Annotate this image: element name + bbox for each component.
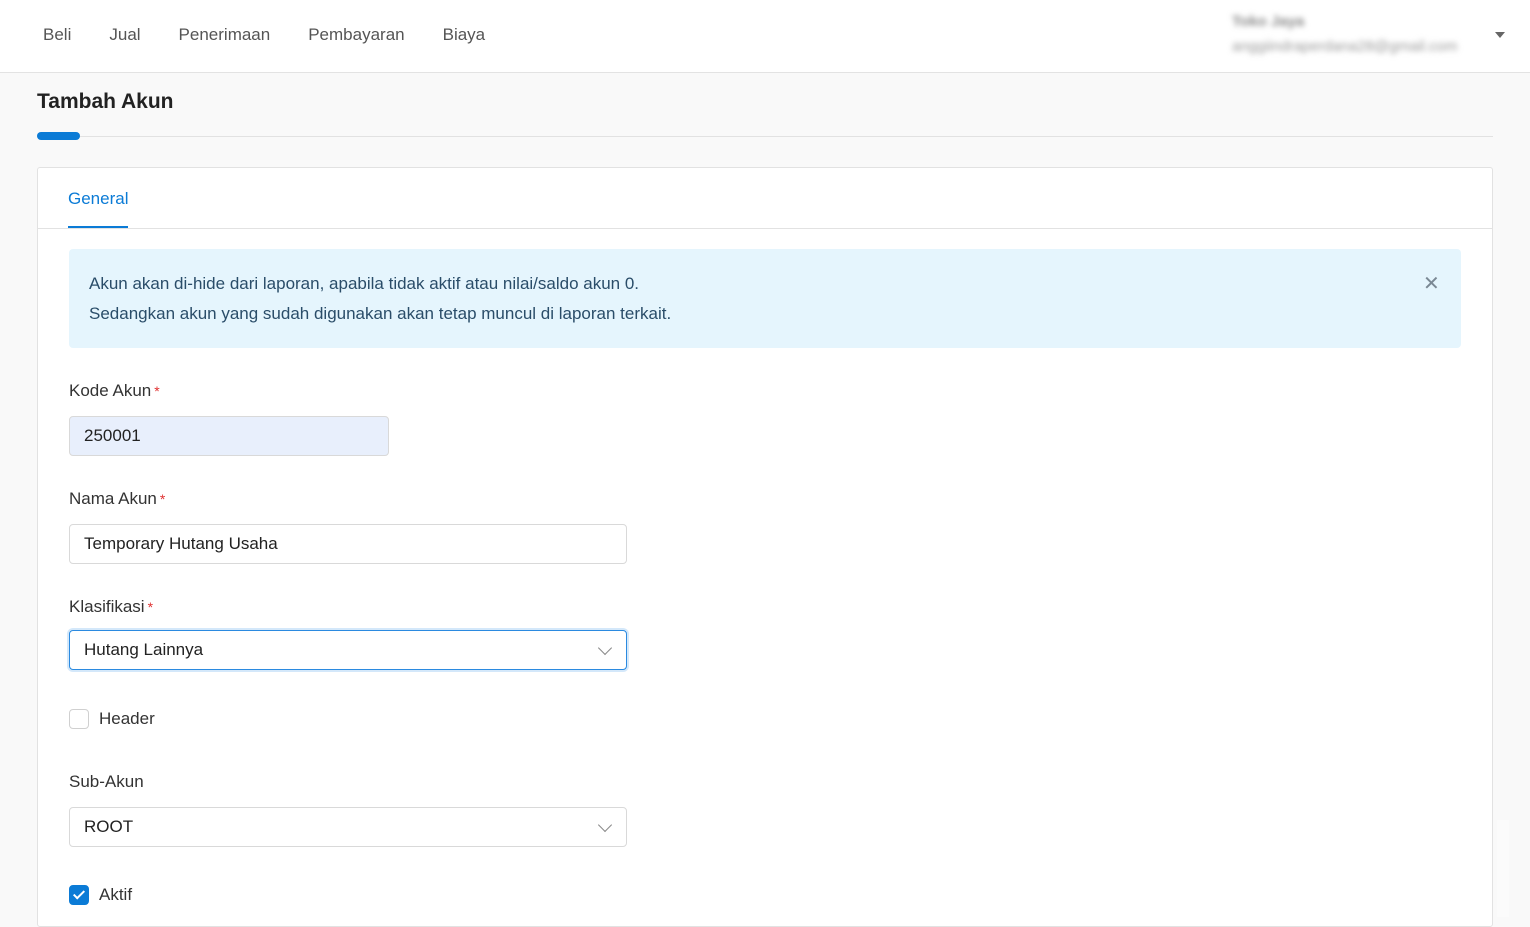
- nav-item-penerimaan[interactable]: Penerimaan: [179, 24, 271, 46]
- required-mark: *: [159, 491, 166, 507]
- chevron-down-icon: [597, 817, 613, 833]
- form-card: General Akun akan di-hide dari laporan, …: [37, 167, 1493, 927]
- nav-item-beli[interactable]: Beli: [43, 24, 71, 46]
- info-alert: Akun akan di-hide dari laporan, apabila …: [69, 249, 1461, 348]
- klasifikasi-label: Klasifikasi *: [69, 597, 154, 616]
- caret-down-icon[interactable]: [1495, 32, 1505, 38]
- nav-item-jual[interactable]: Jual: [109, 24, 140, 46]
- user-email: anggiindraperdana28@gmail.com: [1232, 38, 1458, 55]
- user-company-name: Toko Jaya: [1232, 13, 1305, 30]
- tab-bar: General: [38, 168, 1492, 229]
- sub-akun-label: Sub-Akun: [69, 772, 144, 791]
- header-checkbox[interactable]: [69, 709, 89, 729]
- title-divider: [37, 136, 1493, 137]
- sub-akun-select[interactable]: ROOT: [69, 807, 627, 847]
- aktif-checkbox[interactable]: [69, 885, 89, 905]
- required-mark: *: [154, 383, 160, 399]
- check-icon: [72, 887, 86, 900]
- sub-akun-selected-value: ROOT: [84, 817, 134, 836]
- tab-general[interactable]: General: [68, 188, 129, 228]
- alert-text-line-1: Akun akan di-hide dari laporan, apabila …: [89, 274, 640, 293]
- kode-akun-label: Kode Akun *: [69, 381, 160, 400]
- nama-akun-input[interactable]: Temporary Hutang Usaha: [69, 524, 627, 564]
- required-mark: *: [147, 599, 154, 615]
- nav-item-biaya[interactable]: Biaya: [443, 24, 486, 46]
- nama-akun-label: Nama Akun *: [69, 489, 166, 508]
- top-navbar: Beli Jual Penerimaan Pembayaran Biaya To…: [0, 0, 1530, 73]
- chevron-down-icon: [597, 640, 613, 656]
- kode-akun-input[interactable]: 250001: [69, 416, 389, 456]
- klasifikasi-select[interactable]: Hutang Lainnya: [69, 630, 627, 670]
- user-menu[interactable]: Toko Jaya anggiindraperdana28@gmail.com: [1232, 12, 1492, 60]
- header-checkbox-label: Header: [99, 709, 155, 728]
- close-icon[interactable]: ✕: [1423, 273, 1440, 295]
- alert-text-line-2: Sedangkan akun yang sudah digunakan akan…: [89, 304, 672, 323]
- nav-item-pembayaran[interactable]: Pembayaran: [308, 24, 404, 46]
- aktif-checkbox-label: Aktif: [99, 885, 133, 904]
- title-accent-bar: [37, 132, 80, 140]
- page-title: Tambah Akun: [37, 90, 174, 113]
- scrollbar[interactable]: [1497, 820, 1509, 917]
- main-nav: Beli Jual Penerimaan Pembayaran Biaya: [43, 24, 523, 46]
- klasifikasi-selected-value: Hutang Lainnya: [84, 640, 204, 659]
